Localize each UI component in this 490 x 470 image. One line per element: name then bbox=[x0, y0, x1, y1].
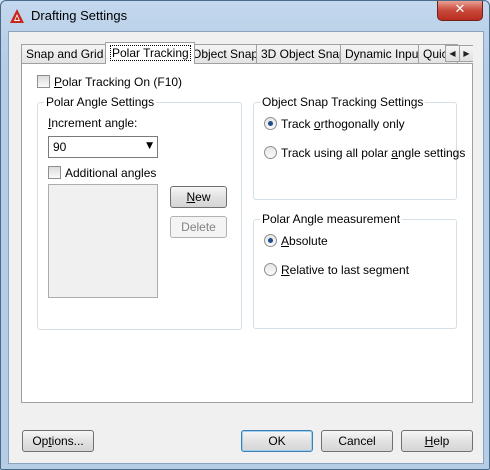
polar-angle-settings-legend: Polar Angle Settings bbox=[44, 95, 157, 109]
button-label: Cancel bbox=[338, 434, 376, 448]
track-all-polar-radio[interactable]: Track using all polar angle settings bbox=[264, 145, 465, 160]
additional-angles-list[interactable] bbox=[48, 184, 158, 298]
object-snap-tracking-legend: Object Snap Tracking Settings bbox=[260, 95, 426, 109]
tab-label: Object Snap bbox=[192, 47, 259, 61]
increment-angle-value: 90 bbox=[53, 140, 67, 154]
label-text: bsolute bbox=[289, 233, 328, 248]
label-text: elative to last segment bbox=[289, 262, 410, 277]
additional-angles-checkbox[interactable]: Additional angles bbox=[48, 165, 156, 180]
tab-label: Snap and Grid bbox=[26, 47, 104, 61]
label-text: Track using all polar bbox=[281, 145, 392, 160]
object-snap-tracking-group: Object Snap Tracking Settings Track orth… bbox=[253, 95, 465, 200]
tab-polar-tracking[interactable]: Polar Tracking bbox=[105, 42, 195, 64]
arrow-left-icon: ◀ bbox=[449, 49, 456, 58]
checkbox-box[interactable] bbox=[48, 166, 61, 180]
mnemonic: R bbox=[281, 262, 290, 277]
radio-label: Track using all polar angle settings bbox=[281, 146, 465, 160]
mnemonic: A bbox=[281, 233, 290, 248]
tab-label: Polar Tracking bbox=[110, 45, 191, 61]
polar-angle-measurement-legend: Polar Angle measurement bbox=[260, 212, 403, 226]
chevron-down-icon: ▼ bbox=[146, 141, 153, 151]
button-label: ew bbox=[195, 190, 211, 204]
absolute-radio[interactable]: Absolute bbox=[264, 233, 328, 248]
polar-angle-settings-group: Polar Angle Settings Increment angle: 90… bbox=[37, 95, 242, 330]
tab-scroll-right-button[interactable]: ▶ bbox=[459, 45, 473, 62]
mnemonic: P bbox=[54, 74, 63, 89]
tab-dynamic-input[interactable]: Dynamic Input bbox=[340, 44, 422, 63]
track-orthogonally-radio[interactable]: Track orthogonally only bbox=[264, 116, 405, 131]
cancel-button[interactable]: Cancel bbox=[321, 430, 393, 452]
title-bar[interactable]: Drafting Settings ✕ bbox=[1, 1, 489, 31]
radio-dot[interactable] bbox=[264, 234, 277, 248]
ok-button[interactable]: OK bbox=[241, 430, 313, 452]
button-label: elp bbox=[433, 434, 450, 448]
arrow-right-icon: ▶ bbox=[463, 49, 470, 58]
increment-angle-select[interactable]: 90 ▼ bbox=[48, 136, 158, 158]
tab-object-snap[interactable]: Object Snap bbox=[187, 44, 260, 63]
button-label: Delete bbox=[181, 220, 216, 234]
mnemonic: N bbox=[186, 190, 196, 204]
radio-dot[interactable] bbox=[264, 263, 277, 277]
close-button[interactable]: ✕ bbox=[437, 1, 483, 21]
button-label: ions... bbox=[51, 434, 84, 448]
button-label: OK bbox=[268, 434, 286, 448]
tab-snap-and-grid[interactable]: Snap and Grid bbox=[21, 44, 106, 63]
polar-tracking-on-label: Polar Tracking On (F10) bbox=[54, 75, 182, 89]
polar-tracking-on-checkbox[interactable]: Polar Tracking On (F10) bbox=[37, 74, 182, 89]
close-icon: ✕ bbox=[454, 2, 466, 17]
additional-angles-label: Additional angles bbox=[65, 165, 157, 180]
dialog-body: Snap and Grid Polar Tracking Object Snap… bbox=[8, 31, 484, 464]
radio-label: Relative to last segment bbox=[281, 263, 409, 277]
polar-angle-measurement-group: Polar Angle measurement Absolute Relativ… bbox=[253, 212, 457, 329]
options-button[interactable]: Options... bbox=[22, 430, 94, 452]
radio-label: Absolute bbox=[281, 234, 328, 248]
radio-label: Track orthogonally only bbox=[281, 117, 405, 131]
drafting-settings-window: Drafting Settings ✕ Snap and Grid Polar … bbox=[0, 0, 490, 470]
new-angle-button[interactable]: New bbox=[170, 186, 227, 208]
label-text: Track bbox=[281, 116, 314, 131]
tab-strip: Snap and Grid Polar Tracking Object Snap… bbox=[21, 42, 473, 64]
increment-angle-label: Increment angle: bbox=[48, 116, 137, 130]
checkbox-box[interactable] bbox=[37, 75, 50, 89]
relative-to-last-segment-radio[interactable]: Relative to last segment bbox=[264, 262, 409, 277]
tab-3d-object-snap[interactable]: 3D Object Snap bbox=[256, 44, 346, 63]
mnemonic: a bbox=[391, 145, 398, 160]
mnemonic: o bbox=[313, 116, 321, 131]
label-text: ngle settings bbox=[397, 145, 466, 160]
delete-angle-button[interactable]: Delete bbox=[170, 216, 227, 238]
button-label: Op bbox=[32, 434, 49, 448]
autocad-logo-icon bbox=[10, 9, 24, 23]
tab-label: Quic bbox=[423, 47, 448, 61]
radio-dot[interactable] bbox=[264, 146, 277, 160]
window-title: Drafting Settings bbox=[31, 8, 128, 23]
tab-scroll-left-button[interactable]: ◀ bbox=[445, 45, 460, 62]
tab-label: 3D Object Snap bbox=[261, 47, 346, 61]
label-text: olar Tracking On (F10) bbox=[62, 74, 183, 89]
label-text: ncrement angle: bbox=[51, 116, 138, 130]
help-button[interactable]: Help bbox=[401, 430, 473, 452]
radio-dot[interactable] bbox=[264, 117, 277, 131]
polar-tracking-panel: Polar Tracking On (F10) Polar Angle Sett… bbox=[21, 63, 473, 403]
tab-label: Dynamic Input bbox=[345, 47, 422, 61]
label-text: rthogonally only bbox=[320, 116, 405, 131]
